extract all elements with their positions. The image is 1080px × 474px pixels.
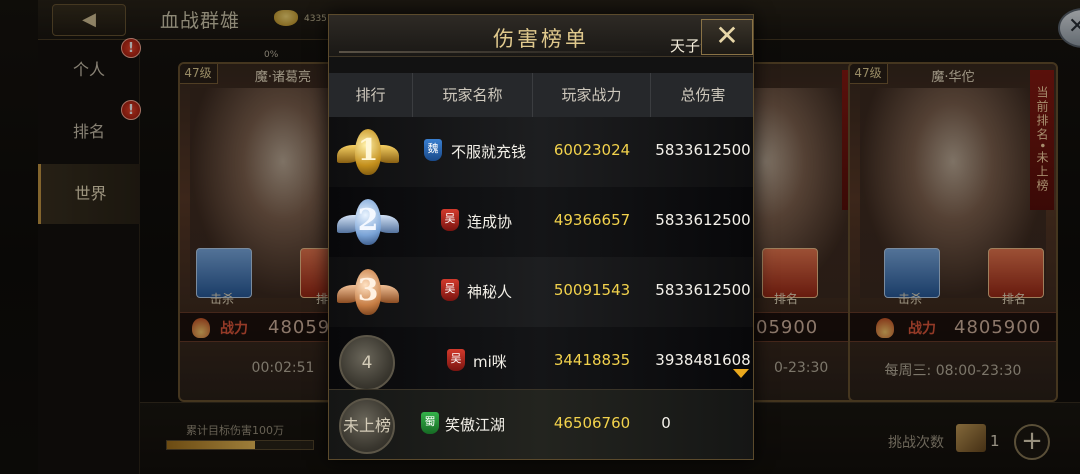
modal-header: 伤害榜单 天子元 ✕ [329,15,753,57]
total-damage: 0 [661,414,671,432]
faction-badge-icon: 吴 [441,279,459,301]
table-row[interactable]: 3 吴 神秘人 50091543 5833612500 [329,257,753,327]
player-name: 笑傲江湖 [445,416,506,434]
table-row[interactable]: 2 吴 连成协 49366657 5833612500 [329,187,753,257]
rank-number: 2 [355,199,381,245]
table-row[interactable]: 1 魏 不服就充钱 60023024 5833612500 [329,117,753,187]
player-name: 不服就充钱 [451,143,527,161]
faction-badge-icon: 吴 [447,349,465,371]
faction-badge-icon: 魏 [424,139,442,161]
close-button[interactable]: ✕ [701,19,753,55]
player-name: 神秘人 [467,283,513,301]
player-power: 34418835 [553,351,631,369]
scroll-down-arrow-icon[interactable] [733,369,749,378]
unranked-coin-icon: 未上榜 [339,398,395,454]
player-power: 60023024 [553,141,631,159]
total-damage: 3938481608 [655,351,751,369]
player-name: mi咪 [473,353,507,371]
column-header-rank: 排行 [329,73,413,117]
my-rank-row: 未上榜 蜀 笑傲江湖 46506760 0 [329,389,753,459]
bronze-medal-icon: 3 [337,265,399,319]
faction-badge-icon: 吴 [441,209,459,231]
rank-number: 3 [355,269,381,315]
player-power: 49366657 [553,211,631,229]
rank-number: 1 [355,129,381,175]
player-name: 连成协 [467,213,513,231]
column-header-damage: 总伤害 [680,86,726,104]
total-damage: 5833612500 [655,211,751,229]
damage-ranking-modal: 伤害榜单 天子元 ✕ 排行 玩家名称 玩家战力 总伤害 1 魏 不服就充钱 60… [328,14,754,460]
player-power: 50091543 [553,281,631,299]
total-damage: 5833612500 [655,281,751,299]
table-row[interactable]: 4 吴 mi咪 34418835 3938481608 [329,327,753,397]
silver-medal-icon: 2 [337,195,399,249]
table-header: 排行 玩家名称 玩家战力 总伤害 [329,73,753,117]
rank-coin-icon: 4 [339,335,395,391]
total-damage: 5833612500 [655,141,751,159]
faction-badge-icon: 蜀 [421,412,439,434]
gold-medal-icon: 1 [337,125,399,179]
column-header-player: 玩家名称 [413,73,533,117]
column-header-power: 玩家战力 [533,73,651,117]
player-power: 46506760 [553,414,631,432]
